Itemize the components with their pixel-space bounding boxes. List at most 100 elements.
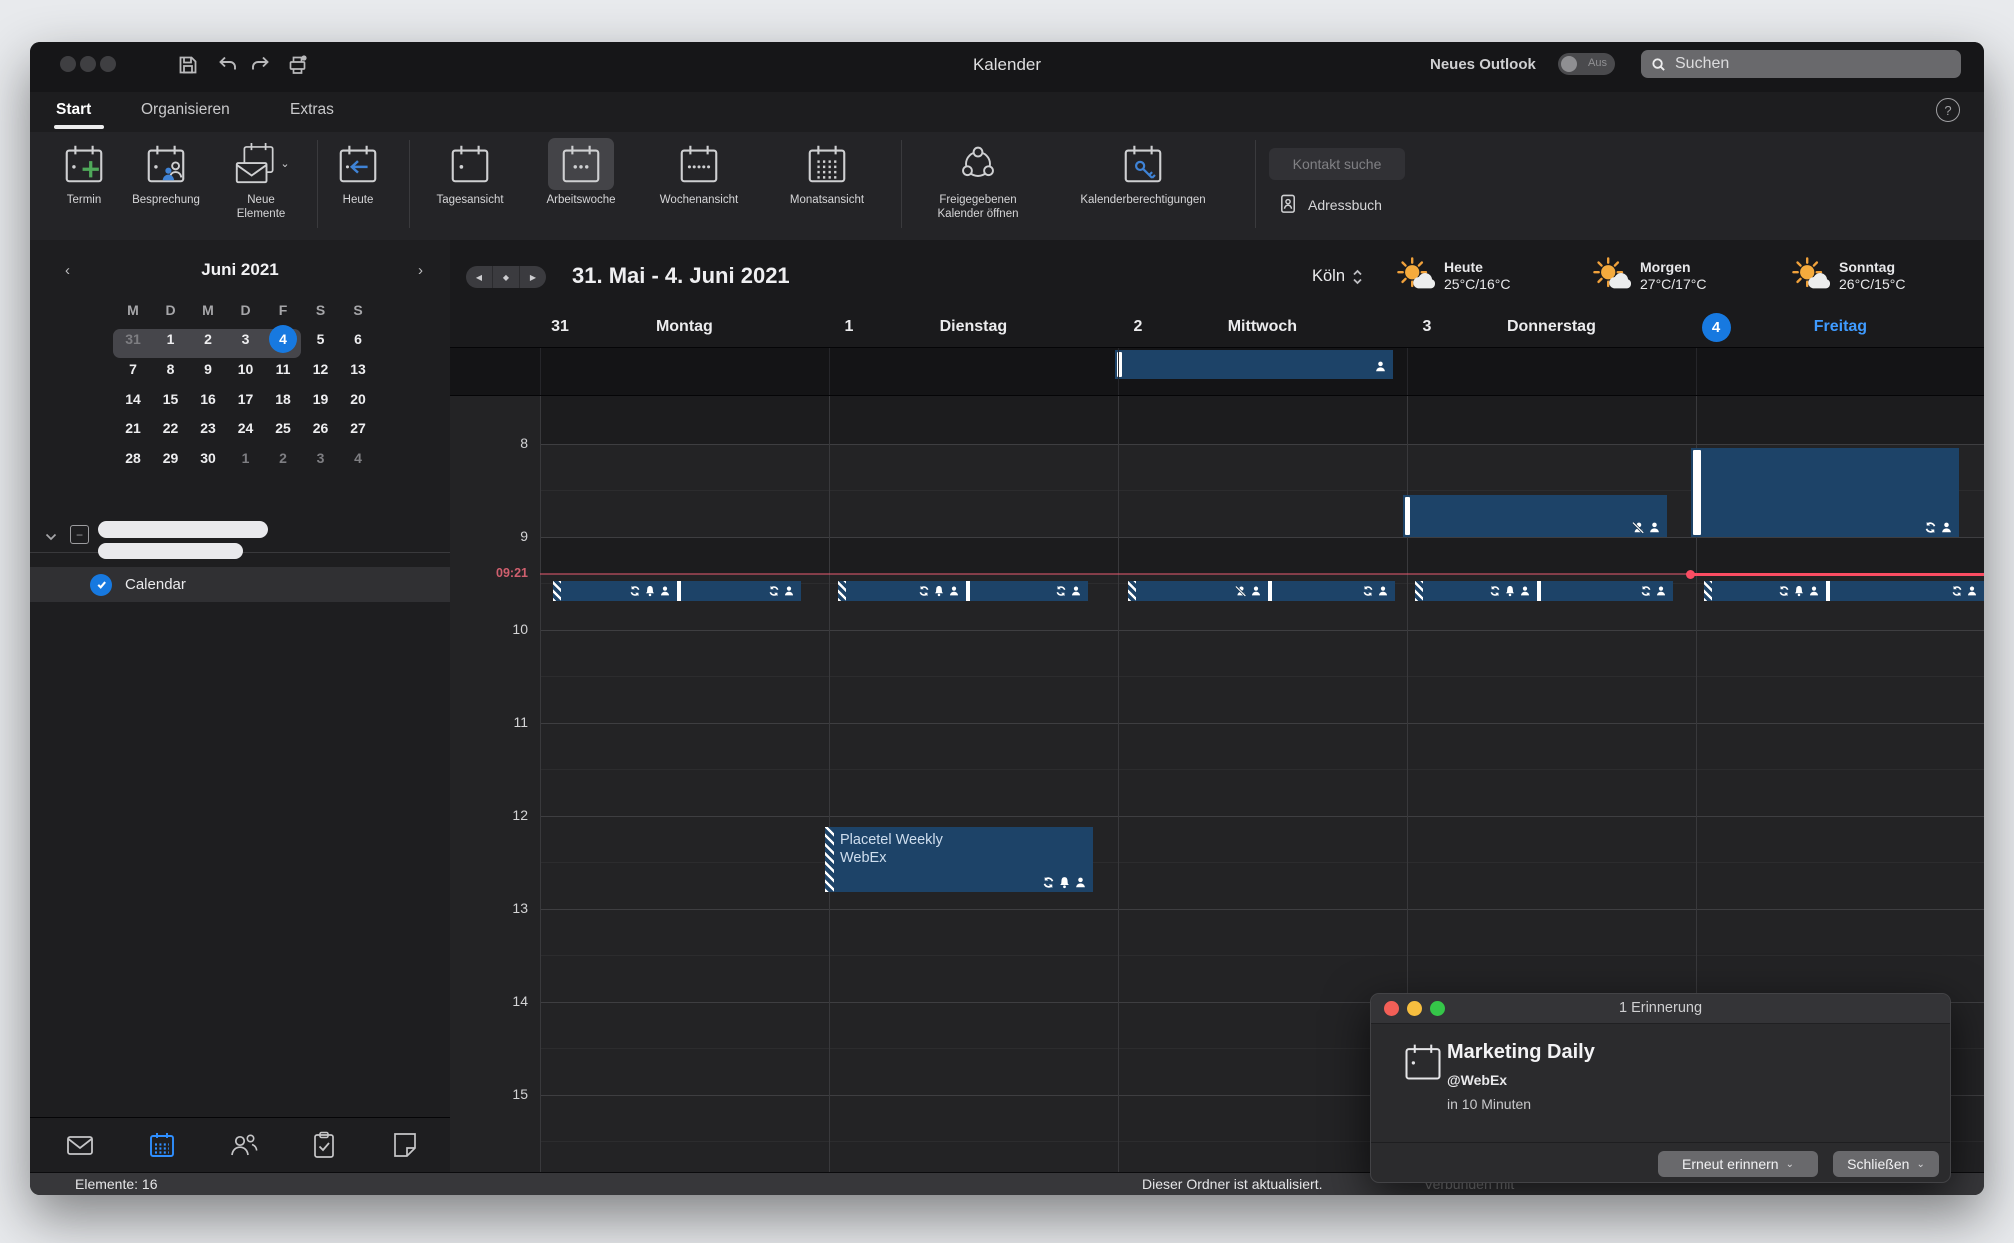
minical-day[interactable]: 22: [152, 420, 190, 436]
minical-day[interactable]: 1: [227, 450, 265, 466]
recurring-event[interactable]: [677, 581, 801, 601]
freigegebenen-kalender-button[interactable]: Freigegebenen Kalender öffnen: [913, 138, 1043, 221]
recurring-event[interactable]: [553, 581, 677, 601]
kalenderberechtigungen-button[interactable]: Kalenderberechtigungen: [1068, 138, 1218, 207]
minical-day[interactable]: 25: [264, 420, 302, 436]
day-name[interactable]: Dienstag: [893, 318, 1053, 336]
day-number[interactable]: 1: [829, 318, 869, 336]
day-name[interactable]: Mittwoch: [1182, 318, 1342, 336]
mail-module-button[interactable]: [65, 1130, 95, 1160]
minical-day[interactable]: 20: [339, 391, 377, 407]
day-name[interactable]: Donnerstag: [1471, 318, 1631, 336]
people-module-button[interactable]: [229, 1130, 259, 1160]
thursday-morning-event[interactable]: [1403, 495, 1667, 537]
collapse-account-button[interactable]: −: [70, 525, 89, 544]
recurring-event[interactable]: [966, 581, 1088, 601]
minical-day[interactable]: 23: [189, 420, 227, 436]
minical-day[interactable]: 28: [114, 450, 152, 466]
minical-day[interactable]: 21: [114, 420, 152, 436]
minical-day[interactable]: 9: [189, 361, 227, 377]
minical-day[interactable]: 12: [302, 361, 340, 377]
minical-next-button[interactable]: ›: [418, 262, 434, 278]
minical-day[interactable]: 2: [189, 331, 227, 347]
minical-day[interactable]: 15: [152, 391, 190, 407]
minical-day[interactable]: 30: [189, 450, 227, 466]
recurring-event[interactable]: [838, 581, 966, 601]
tab-extras[interactable]: Extras: [290, 101, 334, 119]
new-outlook-toggle[interactable]: Aus: [1558, 53, 1615, 75]
minical-day[interactable]: 26: [302, 420, 340, 436]
minical-selected-day[interactable]: 4: [269, 325, 297, 353]
minical-day[interactable]: 8: [152, 361, 190, 377]
day-number[interactable]: 2: [1118, 318, 1158, 336]
calendar-checkbox[interactable]: [90, 574, 112, 596]
recurring-event[interactable]: [1537, 581, 1673, 601]
minical-day[interactable]: 31: [114, 331, 152, 347]
weather-city-selector[interactable]: Köln: [1312, 267, 1363, 286]
recurring-event[interactable]: [1415, 581, 1537, 601]
recurring-event[interactable]: [1128, 581, 1268, 601]
minical-day[interactable]: 19: [302, 391, 340, 407]
calendar-module-button[interactable]: [147, 1130, 177, 1160]
minical-day[interactable]: 4: [339, 450, 377, 466]
placetel-weekly-event[interactable]: Placetel WeeklyWebEx: [825, 827, 1093, 892]
recurring-event[interactable]: [1826, 581, 1984, 601]
notes-module-button[interactable]: [390, 1130, 420, 1160]
monatsansicht-button[interactable]: Monatsansicht: [772, 138, 882, 207]
minical-day[interactable]: 11: [264, 361, 302, 377]
search-input[interactable]: Suchen: [1641, 50, 1961, 78]
tagesansicht-button[interactable]: Tagesansicht: [415, 138, 525, 207]
check-icon: [95, 578, 108, 591]
besprechung-button[interactable]: Besprechung: [111, 138, 221, 207]
sidebar-item-calendar[interactable]: Calendar: [30, 567, 450, 602]
kontakt-suche-field[interactable]: Kontakt suche: [1269, 148, 1405, 180]
tab-start[interactable]: Start: [56, 101, 91, 119]
recurrence-icon: [1489, 585, 1501, 597]
minical-day[interactable]: 5: [302, 331, 340, 347]
minical-day[interactable]: 27: [339, 420, 377, 436]
next-week-button[interactable]: ▶: [519, 266, 546, 288]
minical-day[interactable]: 10: [227, 361, 265, 377]
minical-day[interactable]: 2: [264, 450, 302, 466]
minical-day[interactable]: 17: [227, 391, 265, 407]
day-number[interactable]: 3: [1407, 318, 1447, 336]
day-name[interactable]: Freitag: [1760, 318, 1920, 336]
minical-day[interactable]: 1: [152, 331, 190, 347]
hour-line: [540, 444, 1984, 445]
adressbuch-button[interactable]: Adressbuch: [1278, 194, 1382, 215]
dismiss-button[interactable]: Schließen⌄: [1833, 1151, 1939, 1177]
tab-organisieren[interactable]: Organisieren: [141, 101, 230, 119]
minical-day[interactable]: 6: [339, 331, 377, 347]
heute-button[interactable]: Heute: [303, 138, 413, 207]
goto-today-button[interactable]: ◆: [492, 266, 519, 288]
neue-elemente-button[interactable]: ⌄ Neue Elemente: [216, 138, 306, 221]
minical-day[interactable]: 3: [302, 450, 340, 466]
account-chevron-icon[interactable]: [44, 530, 58, 544]
day-number[interactable]: 31: [540, 318, 580, 336]
recurring-event[interactable]: [1268, 581, 1395, 601]
wochenansicht-button[interactable]: Wochenansicht: [644, 138, 754, 207]
items-count: Elemente: 16: [75, 1176, 158, 1192]
minical-day[interactable]: 14: [114, 391, 152, 407]
minical-day[interactable]: 24: [227, 420, 265, 436]
minical-day[interactable]: 13: [339, 361, 377, 377]
recurring-event[interactable]: [1704, 581, 1826, 601]
snooze-button[interactable]: Erneut erinnern⌄: [1658, 1151, 1818, 1177]
tentative-hatch-bar: [1415, 581, 1423, 601]
minical-day[interactable]: 16: [189, 391, 227, 407]
minical-day[interactable]: 29: [152, 450, 190, 466]
prev-week-button[interactable]: ◀: [466, 266, 492, 288]
minical-day[interactable]: 3: [227, 331, 265, 347]
minical-dow-label: M: [189, 302, 227, 318]
day-name[interactable]: Montag: [604, 318, 764, 336]
minical-day[interactable]: 7: [114, 361, 152, 377]
all-day-event[interactable]: [1115, 350, 1393, 379]
tasks-module-button[interactable]: [309, 1130, 339, 1160]
day-number-today[interactable]: 4: [1702, 313, 1731, 342]
ribbon-tabs: Start Organisieren Extras: [30, 92, 1984, 132]
minical-day[interactable]: 18: [264, 391, 302, 407]
arbeitswoche-button[interactable]: Arbeitswoche: [526, 138, 636, 207]
new-outlook-label: Neues Outlook: [1430, 56, 1536, 73]
help-button[interactable]: ?: [1936, 98, 1960, 122]
friday-morning-event[interactable]: [1691, 448, 1959, 537]
